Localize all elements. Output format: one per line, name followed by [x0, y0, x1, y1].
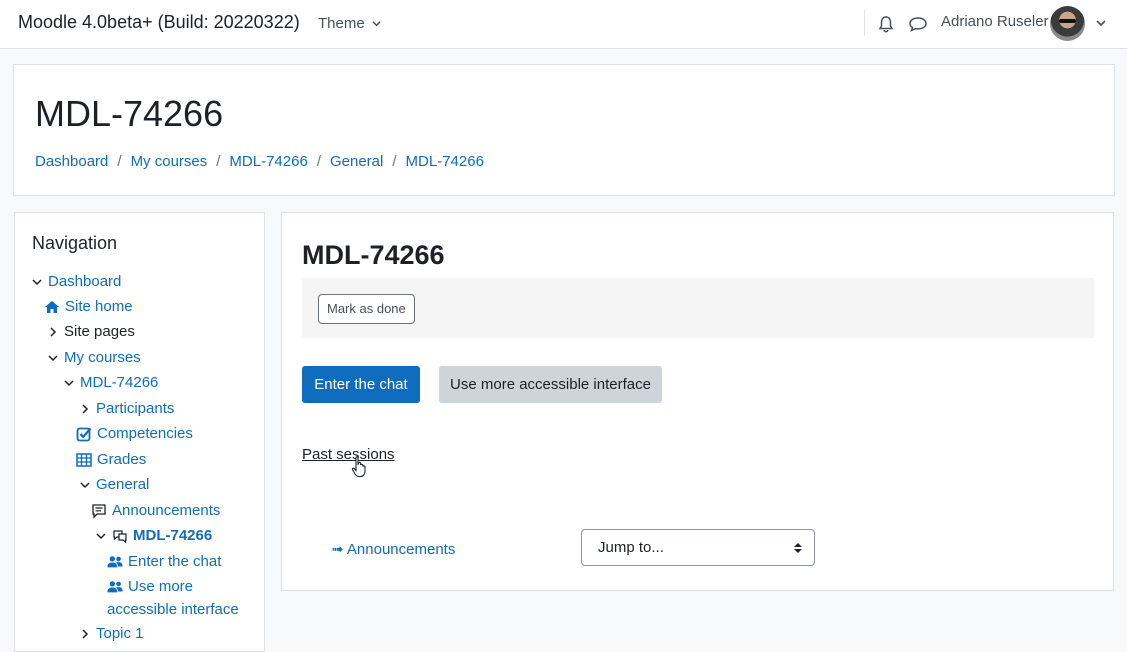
breadcrumb-general[interactable]: General [330, 153, 383, 170]
nav-item-label: Site home [65, 298, 133, 315]
main-content: MDL-74266 Mark as done Enter the chat Us… [281, 212, 1114, 591]
nav-item-general[interactable]: General [79, 476, 149, 493]
nav-item-announcements[interactable]: Announcements [91, 502, 220, 519]
nav-item-label: Dashboard [48, 273, 122, 290]
previous-activity-link[interactable]: ➟ Announcements [331, 540, 455, 558]
chevron-down-icon[interactable] [1095, 17, 1107, 29]
chevron-down-icon [32, 278, 42, 285]
nav-item-competencies[interactable]: Competencies [76, 425, 193, 442]
nav-item-label: Topic 1 [96, 625, 144, 642]
chevron-down-icon [96, 532, 106, 539]
theme-menu-label: Theme [318, 15, 365, 32]
nav-item-label: Site pages [64, 323, 135, 340]
chevron-right-icon [50, 326, 57, 337]
checkbox-checked-icon [76, 427, 92, 441]
nav-item-label: Announcements [112, 502, 221, 519]
chevron-right-icon [82, 403, 89, 414]
navigation-title: Navigation [32, 233, 118, 253]
nav-item-accessible[interactable]: Use more [107, 578, 193, 595]
breadcrumb-separator: / [392, 153, 397, 170]
home-icon [45, 300, 59, 313]
previous-activity-label: Announcements [346, 541, 456, 558]
site-name-link[interactable]: Moodle 4.0beta+ (Build: 20220322) [18, 12, 300, 33]
breadcrumb-separator: / [316, 153, 321, 170]
users-icon [107, 555, 123, 567]
breadcrumb-separator: / [117, 153, 122, 170]
breadcrumb-separator: / [216, 153, 221, 170]
table-icon [76, 452, 92, 467]
nav-item-label: Competencies [97, 425, 193, 442]
breadcrumb-chat[interactable]: MDL-74266 [406, 153, 484, 170]
chevron-right-icon [82, 628, 89, 639]
arrow-right-icon: ➟ [331, 541, 344, 558]
nav-item-label: Enter the chat [128, 553, 222, 570]
navbar-divider [864, 10, 865, 36]
nav-item-label: My courses [64, 349, 141, 366]
page-title: MDL-74266 [35, 93, 224, 134]
jump-to-select[interactable]: Jump to... [581, 529, 815, 566]
users-icon [107, 580, 123, 592]
forum-icon [92, 503, 106, 519]
nav-item-participants[interactable]: Participants [79, 400, 174, 417]
nav-item-label: General [96, 476, 150, 493]
nav-item-my-courses[interactable]: My courses [47, 349, 141, 366]
accessible-interface-button[interactable]: Use more accessible interface [439, 366, 662, 403]
nav-item-site-home[interactable]: Site home [44, 298, 133, 315]
chevron-down-icon [80, 481, 90, 488]
nav-item-site-pages[interactable]: Site pages [47, 323, 135, 340]
navigation-block: Navigation Dashboard Site home Site page… [14, 212, 265, 652]
breadcrumb-dashboard[interactable]: Dashboard [35, 153, 108, 170]
theme-menu[interactable]: Theme [318, 15, 381, 32]
nav-item-label: Participants [96, 400, 175, 417]
chat-icon [113, 529, 127, 543]
chevron-down-icon [64, 379, 74, 386]
hand-pointer-icon [351, 456, 366, 478]
mark-as-done-button[interactable]: Mark as done [318, 294, 415, 324]
bell-icon[interactable] [876, 14, 896, 34]
select-arrows-icon [794, 543, 802, 553]
nav-item-label: MDL-74266 [80, 374, 159, 391]
nav-item-label: Use more [128, 578, 194, 595]
breadcrumb-course[interactable]: MDL-74266 [229, 153, 307, 170]
top-navbar: Moodle 4.0beta+ (Build: 20220322) Theme … [0, 0, 1127, 49]
nav-item-enter-chat[interactable]: Enter the chat [107, 553, 221, 570]
chevron-down-icon [372, 21, 381, 27]
avatar[interactable] [1050, 6, 1085, 41]
nav-item-course[interactable]: MDL-74266 [63, 374, 158, 391]
nav-item-chat-active[interactable]: MDL-74266 [95, 527, 212, 544]
messages-icon[interactable] [907, 14, 929, 34]
nav-item-accessible-label-cont[interactable]: accessible interface [107, 601, 239, 618]
nav-item-topic-1[interactable]: Topic 1 [79, 625, 144, 642]
breadcrumb-my-courses[interactable]: My courses [131, 153, 208, 170]
chevron-down-icon [48, 354, 58, 361]
nav-item-dashboard[interactable]: Dashboard [31, 273, 121, 290]
jump-to-value: Jump to... [598, 539, 664, 556]
activity-title: MDL-74266 [302, 240, 445, 270]
nav-item-grades[interactable]: Grades [76, 451, 146, 468]
past-sessions-link[interactable]: Past sessions [302, 446, 395, 463]
user-name[interactable]: Adriano Ruseler [941, 13, 1049, 30]
enter-chat-button[interactable]: Enter the chat [302, 366, 420, 403]
breadcrumb: Dashboard / My courses / MDL-74266 / Gen… [35, 153, 484, 170]
nav-item-label: Grades [97, 451, 147, 468]
completion-area: Mark as done [302, 278, 1094, 338]
nav-item-label: MDL-74266 [133, 527, 213, 544]
page-header: MDL-74266 Dashboard / My courses / MDL-7… [13, 64, 1115, 196]
